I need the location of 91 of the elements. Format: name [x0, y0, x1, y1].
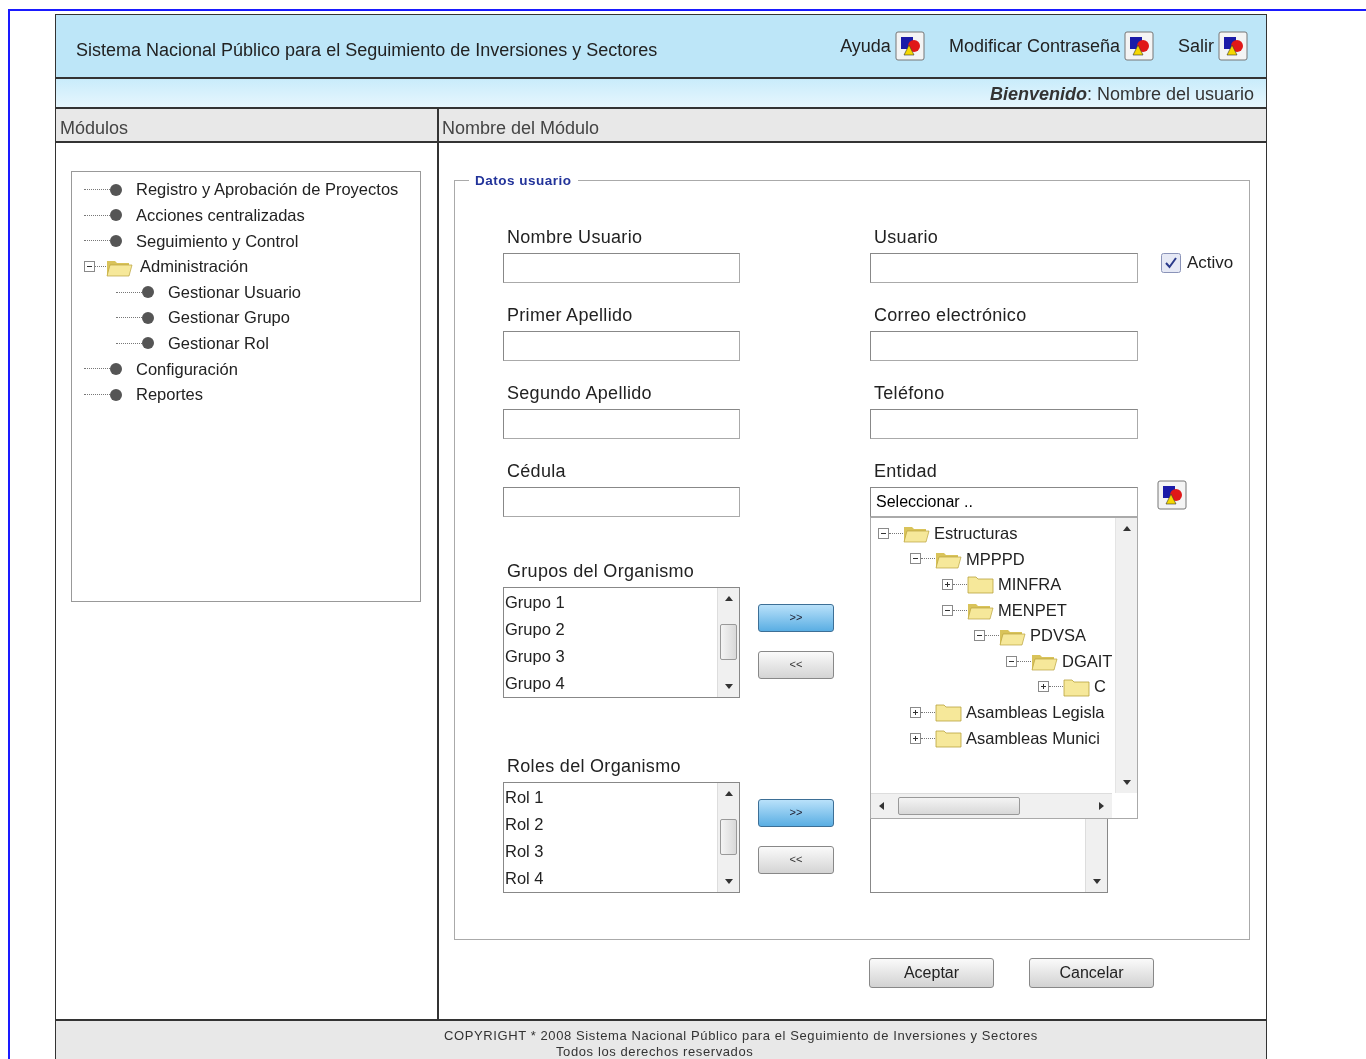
vertical-scrollbar[interactable] — [717, 782, 739, 892]
sidebar-title: Módulos — [60, 118, 129, 138]
expand-icon[interactable] — [910, 706, 921, 718]
form-legend: Datos usuario — [469, 174, 578, 188]
bullet-icon — [110, 235, 122, 247]
transfer-button[interactable]: << — [758, 650, 834, 679]
header-link[interactable]: Ayuda — [840, 31, 925, 61]
search-entity-button[interactable] — [1157, 479, 1187, 510]
input-field[interactable] — [503, 252, 740, 283]
transfer-button[interactable]: >> — [758, 798, 834, 827]
list-item[interactable]: Rol 2 — [504, 811, 717, 839]
action-button[interactable]: Cancelar — [1029, 958, 1154, 988]
tree-item[interactable]: PDVSA — [1030, 623, 1086, 649]
vertical-scrollbar[interactable] — [717, 587, 739, 697]
input-field[interactable] — [503, 408, 740, 439]
bullet-icon — [142, 337, 154, 350]
tree-item[interactable]: C — [1094, 674, 1106, 700]
tree-item[interactable]: MPPPD — [966, 546, 1025, 572]
bullet-icon — [110, 362, 122, 375]
tree-item[interactable]: Seguimiento y Control — [136, 228, 299, 254]
field-label: Primer Apellido — [506, 303, 634, 327]
tree-item[interactable]: Reportes — [136, 382, 203, 407]
collapse-icon[interactable] — [910, 553, 921, 565]
collapse-icon[interactable] — [974, 630, 985, 642]
transfer-button[interactable]: << — [758, 845, 834, 874]
horizontal-scrollbar[interactable] — [871, 792, 1112, 818]
checkbox-label: Activo — [1187, 252, 1234, 274]
list-item[interactable]: Grupo 4 — [504, 670, 717, 698]
tree-item[interactable]: Asambleas Munici — [966, 725, 1100, 751]
tree-item[interactable]: Gestionar Rol — [168, 331, 269, 356]
entity-icon — [1157, 479, 1187, 510]
tree-item[interactable]: MINFRA — [998, 572, 1062, 597]
header-link[interactable]: Salir — [1178, 31, 1248, 61]
input-field[interactable]: Seleccionar .. — [870, 486, 1138, 517]
welcome-text: Bienvenido: Nombre del usuario — [989, 84, 1254, 104]
transfer-button[interactable]: >> — [758, 603, 834, 632]
module-title: Nombre del Módulo — [442, 118, 600, 138]
tree-item[interactable]: Administración — [140, 254, 249, 279]
app-title: Sistema Nacional Público para el Seguimiento de Inversiones y Sectores — [76, 39, 658, 62]
list-label: Roles del Organismo — [506, 754, 682, 778]
list-item[interactable]: Grupo 3 — [504, 643, 717, 671]
field-label: Usuario — [873, 225, 940, 249]
action-button[interactable]: Aceptar — [869, 958, 994, 988]
field-label: Segundo Apellido — [506, 381, 653, 405]
list-box[interactable]: Grupo 1 Grupo 2 Grupo 3 Grupo 4 — [503, 586, 740, 698]
collapse-icon[interactable] — [942, 604, 953, 616]
collapse-icon[interactable] — [1006, 655, 1017, 667]
tree-item[interactable]: Configuración — [136, 356, 238, 382]
expand-icon[interactable] — [910, 732, 921, 744]
collapse-icon[interactable] — [84, 261, 95, 273]
field-label: Nombre Usuario — [506, 225, 644, 249]
active-checkbox[interactable] — [1161, 252, 1181, 273]
input-field[interactable] — [870, 408, 1138, 439]
bullet-icon — [142, 311, 154, 324]
tree-item[interactable]: Registro y Aprobación de Proyectos — [136, 177, 399, 203]
header-link-icon[interactable] — [1124, 31, 1154, 61]
expand-icon[interactable] — [942, 579, 953, 590]
tree-item[interactable]: Gestionar Grupo — [168, 305, 290, 331]
field-label: Cédula — [506, 459, 567, 483]
expand-icon[interactable] — [1038, 681, 1049, 693]
field-label: Correo electrónico — [873, 303, 1028, 327]
header-link[interactable]: Modificar Contraseña — [948, 31, 1154, 61]
header-link-icon[interactable] — [894, 31, 925, 61]
input-field[interactable] — [870, 252, 1138, 283]
field-label: Teléfono — [873, 381, 946, 405]
list-item[interactable]: Rol 3 — [504, 838, 717, 866]
bullet-icon — [110, 388, 122, 401]
footer-text: Todos los derechos reservados — [556, 1044, 754, 1059]
collapse-icon[interactable] — [878, 527, 889, 539]
list-item[interactable]: Grupo 1 — [504, 589, 717, 617]
list-item[interactable]: Grupo 2 — [504, 616, 717, 644]
tree-item[interactable]: MENPET — [998, 597, 1067, 623]
bullet-icon — [110, 209, 122, 222]
vertical-scrollbar[interactable] — [1115, 517, 1137, 793]
tree-item[interactable]: Asambleas Legisla — [966, 700, 1105, 725]
list-box[interactable]: Rol 1 Rol 2 Rol 3 Rol 4 — [503, 781, 740, 893]
field-label: Entidad — [873, 459, 939, 483]
list-item[interactable]: Rol 4 — [504, 865, 717, 893]
bullet-icon — [110, 183, 122, 196]
footer-text: COPYRIGHT * 2008 Sistema Nacional Público para el Seguimiento de Inversiones y Sectores — [444, 1028, 1038, 1043]
tree-item[interactable]: Acciones centralizadas — [136, 203, 305, 228]
header-link-icon[interactable] — [1218, 31, 1248, 61]
tree-item[interactable]: Estructuras — [934, 520, 1018, 546]
input-field[interactable] — [870, 330, 1138, 361]
tree-item[interactable]: Gestionar Usuario — [168, 279, 301, 305]
input-field[interactable] — [503, 486, 740, 517]
list-label: Grupos del Organismo — [506, 559, 696, 583]
tree-item[interactable]: DGAIT — [1062, 648, 1113, 674]
input-field[interactable] — [503, 330, 740, 361]
list-item[interactable]: Rol 1 — [504, 784, 717, 812]
bullet-icon — [142, 286, 154, 299]
